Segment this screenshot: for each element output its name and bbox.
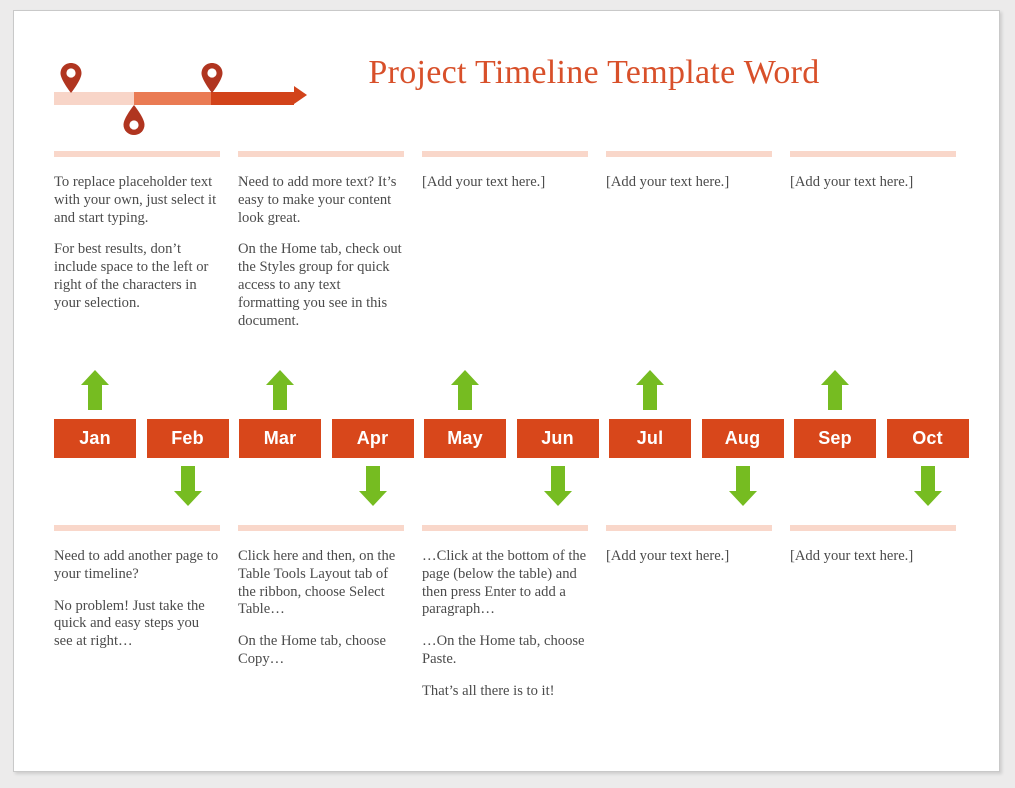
month-label: Aug — [724, 428, 761, 448]
bottom-column-1: Need to add another page to your timelin… — [54, 525, 238, 701]
paragraph[interactable]: [Add your text here.] — [790, 548, 956, 566]
month-label: Mar — [263, 428, 297, 448]
paragraph[interactable]: …On the Home tab, choose Paste. — [422, 633, 588, 669]
paragraph[interactable]: [Add your text here.] — [422, 174, 588, 192]
arrow-down-icon — [543, 465, 573, 507]
month-box[interactable]: Jun — [516, 419, 599, 458]
paragraph[interactable]: [Add your text here.] — [790, 174, 956, 192]
month-label: Jan — [79, 428, 111, 448]
bottom-column-2: Click here and then, on the Table Tools … — [238, 525, 422, 701]
page-title: Project Timeline Template Word — [368, 54, 820, 91]
timeline-bar — [54, 92, 294, 105]
column-rule — [790, 151, 956, 157]
column-rule — [54, 525, 220, 531]
column-rule — [790, 525, 956, 531]
column-rule — [238, 525, 404, 531]
arrow-down-icon — [358, 465, 388, 507]
map-pin-icon-1 — [59, 62, 83, 94]
column-rule — [422, 525, 588, 531]
column-rule — [238, 151, 404, 157]
map-pin-icon-2 — [200, 62, 224, 94]
column-rule — [606, 151, 772, 157]
top-column-4: [Add your text here.] — [606, 151, 790, 330]
month-label: Apr — [356, 428, 389, 448]
paragraph[interactable]: That’s all there is to it! — [422, 683, 588, 701]
top-column-2: Need to add more text? It’s easy to make… — [238, 151, 422, 330]
month-cell: Sep — [794, 361, 876, 521]
month-label: Oct — [912, 428, 943, 448]
top-column-3: [Add your text here.] — [422, 151, 606, 330]
month-box[interactable]: Aug — [701, 419, 784, 458]
top-column-1: To replace placeholder text with your ow… — [54, 151, 238, 330]
month-box[interactable]: May — [424, 419, 506, 458]
document-header: Project Timeline Template Word — [14, 11, 1001, 136]
month-label: May — [447, 428, 483, 448]
month-box[interactable]: Apr — [331, 419, 414, 458]
map-pin-icon-3 — [122, 104, 146, 136]
month-cell: Jun — [516, 361, 599, 521]
month-cell: Apr — [331, 361, 414, 521]
month-label: Feb — [171, 428, 204, 448]
paragraph[interactable]: …Click at the bottom of the page (below … — [422, 548, 588, 619]
bottom-column-5: [Add your text here.] — [790, 525, 974, 701]
month-cell: Oct — [886, 361, 969, 521]
month-cell: Aug — [701, 361, 784, 521]
column-rule — [606, 525, 772, 531]
month-box[interactable]: Jan — [54, 419, 136, 458]
document-page: Project Timeline Template Word To replac… — [13, 10, 1000, 772]
paragraph[interactable]: [Add your text here.] — [606, 174, 772, 192]
top-column-5: [Add your text here.] — [790, 151, 974, 330]
arrow-down-icon — [173, 465, 203, 507]
arrow-down-icon — [728, 465, 758, 507]
month-timeline-strip: Jan Feb Mar Apr May Jun Jul Aug Sep Oct — [54, 361, 982, 521]
column-rule — [54, 151, 220, 157]
paragraph[interactable]: [Add your text here.] — [606, 548, 772, 566]
month-cell: May — [424, 361, 506, 521]
month-box[interactable]: Jul — [609, 419, 691, 458]
month-box[interactable]: Oct — [886, 419, 969, 458]
arrow-down-icon — [913, 465, 943, 507]
paragraph[interactable]: On the Home tab, check out the Styles gr… — [238, 241, 404, 330]
month-cell: Jan — [54, 361, 136, 521]
arrow-up-icon — [265, 369, 295, 411]
arrow-up-icon — [635, 369, 665, 411]
month-box[interactable]: Feb — [146, 419, 229, 458]
paragraph[interactable]: Click here and then, on the Table Tools … — [238, 548, 404, 619]
top-text-columns: To replace placeholder text with your ow… — [54, 151, 974, 330]
month-cell: Jul — [609, 361, 691, 521]
bottom-column-4: [Add your text here.] — [606, 525, 790, 701]
bottom-text-columns: Need to add another page to your timelin… — [54, 525, 974, 701]
month-label: Jul — [636, 428, 664, 448]
paragraph[interactable]: No problem! Just take the quick and easy… — [54, 598, 220, 651]
column-rule — [422, 151, 588, 157]
arrow-up-icon — [820, 369, 850, 411]
arrow-up-icon — [80, 369, 110, 411]
month-label: Jun — [541, 428, 574, 448]
paragraph[interactable]: Need to add more text? It’s easy to make… — [238, 174, 404, 227]
paragraph[interactable]: Need to add another page to your timelin… — [54, 548, 220, 584]
month-cell: Feb — [146, 361, 229, 521]
page-footer-spacer — [14, 711, 15, 712]
month-box[interactable]: Sep — [794, 419, 876, 458]
bottom-column-3: …Click at the bottom of the page (below … — [422, 525, 606, 701]
paragraph[interactable]: To replace placeholder text with your ow… — [54, 174, 220, 227]
month-cell: Mar — [239, 361, 321, 521]
month-label: Sep — [818, 428, 852, 448]
paragraph[interactable]: On the Home tab, choose Copy… — [238, 633, 404, 669]
paragraph[interactable]: For best results, don’t include space to… — [54, 241, 220, 312]
arrow-up-icon — [450, 369, 480, 411]
month-box[interactable]: Mar — [239, 419, 321, 458]
